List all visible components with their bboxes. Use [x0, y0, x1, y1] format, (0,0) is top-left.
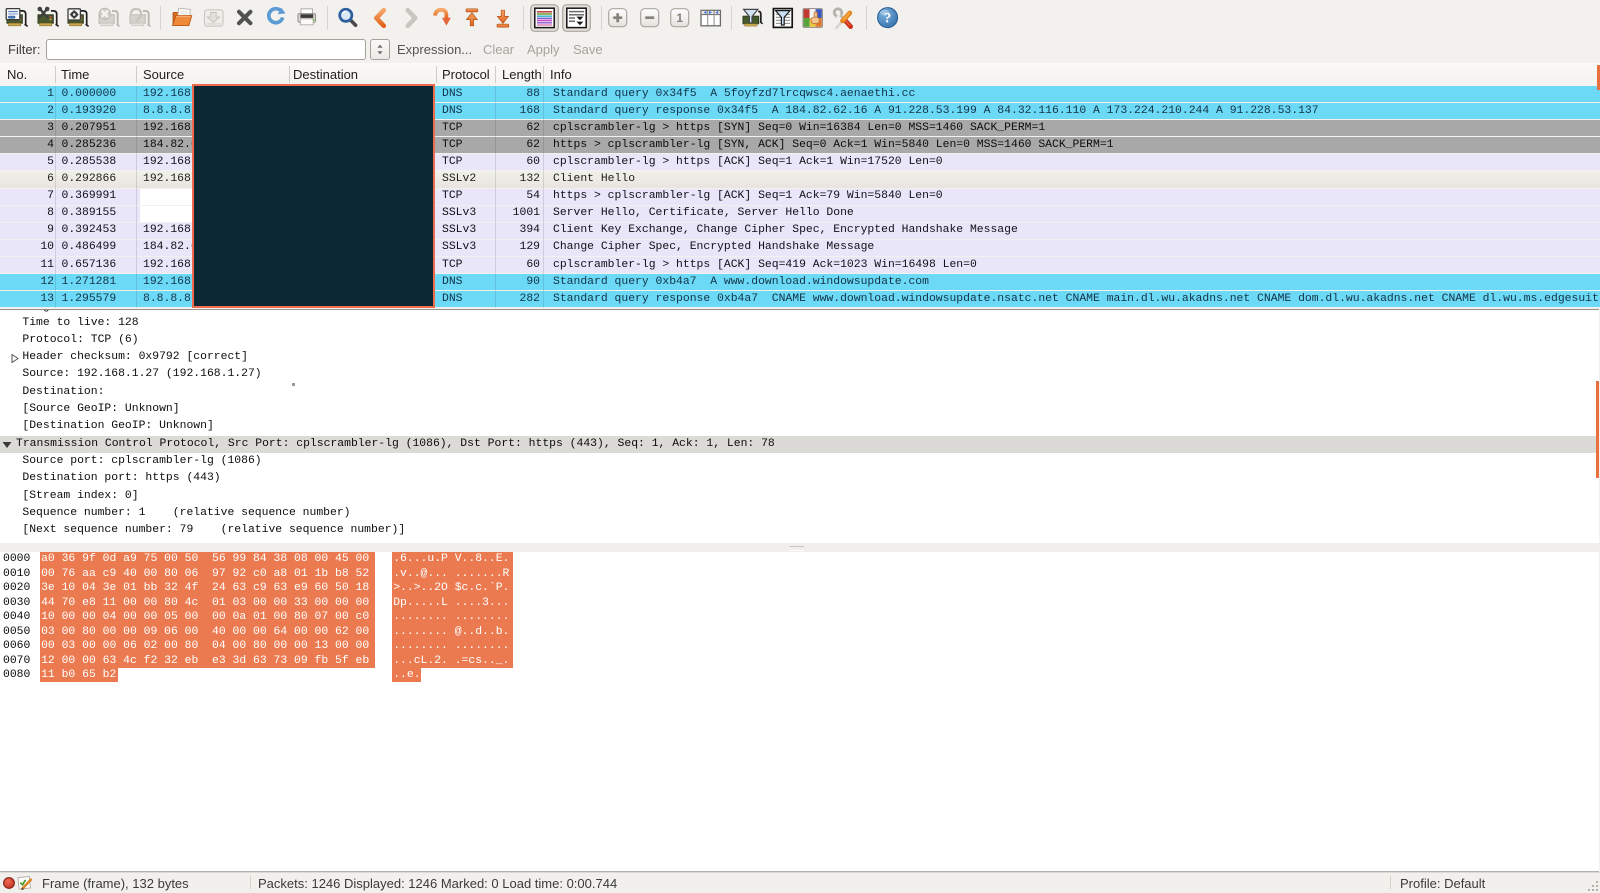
svg-text:1: 1 — [676, 11, 683, 25]
svg-text:?: ? — [884, 11, 892, 27]
